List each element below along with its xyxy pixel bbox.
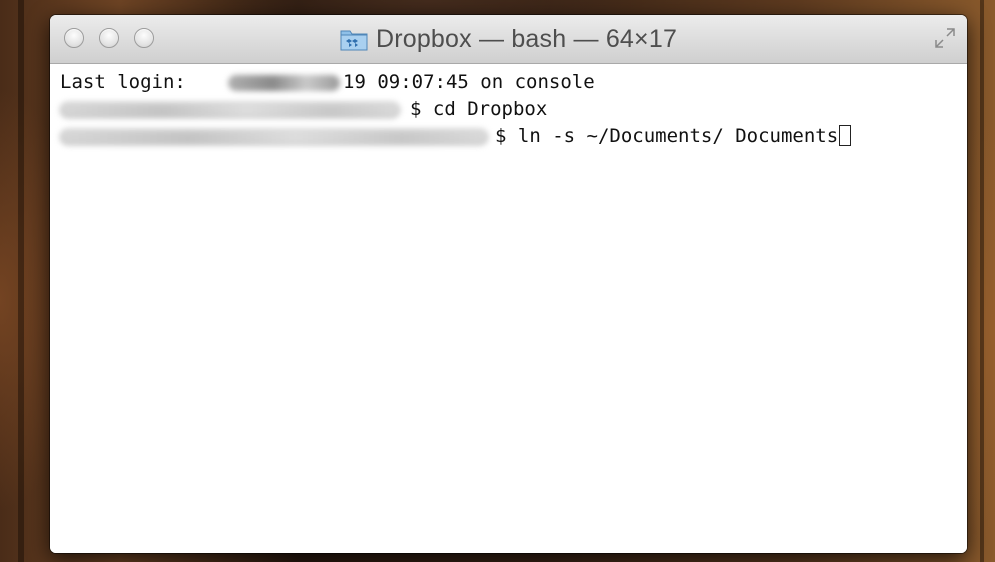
terminal-window[interactable]: Dropbox — bash — 64×17 Last login: 19 09…	[50, 15, 967, 553]
terminal-line-3: $ ln -s ~/Documents/ Documents	[60, 123, 967, 150]
command-ln: $ ln -s ~/Documents/ Documents	[495, 125, 839, 147]
terminal-line-2: $ cd Dropbox	[60, 96, 967, 123]
fullscreen-arrows-icon[interactable]	[933, 26, 957, 50]
redacted-prompt	[60, 129, 488, 145]
redacted-date	[228, 75, 340, 91]
login-prefix: Last login:	[60, 71, 198, 93]
terminal-output[interactable]: Last login: 19 09:07:45 on console $ cd …	[50, 64, 967, 553]
title-bar[interactable]: Dropbox — bash — 64×17	[50, 15, 967, 64]
redacted-prompt	[60, 102, 400, 118]
terminal-line-1: Last login: 19 09:07:45 on console	[60, 69, 967, 96]
window-title: Dropbox — bash — 64×17	[375, 24, 678, 53]
window-title-group: Dropbox — bash — 64×17	[50, 15, 967, 63]
command-line: $ ln -s ~/Documents/ Documents	[495, 123, 852, 150]
command-cd: $ cd Dropbox	[410, 98, 548, 120]
login-suffix: 19 09:07:45 on console	[343, 71, 595, 93]
text-cursor	[839, 125, 852, 146]
dropbox-folder-icon	[340, 27, 368, 51]
